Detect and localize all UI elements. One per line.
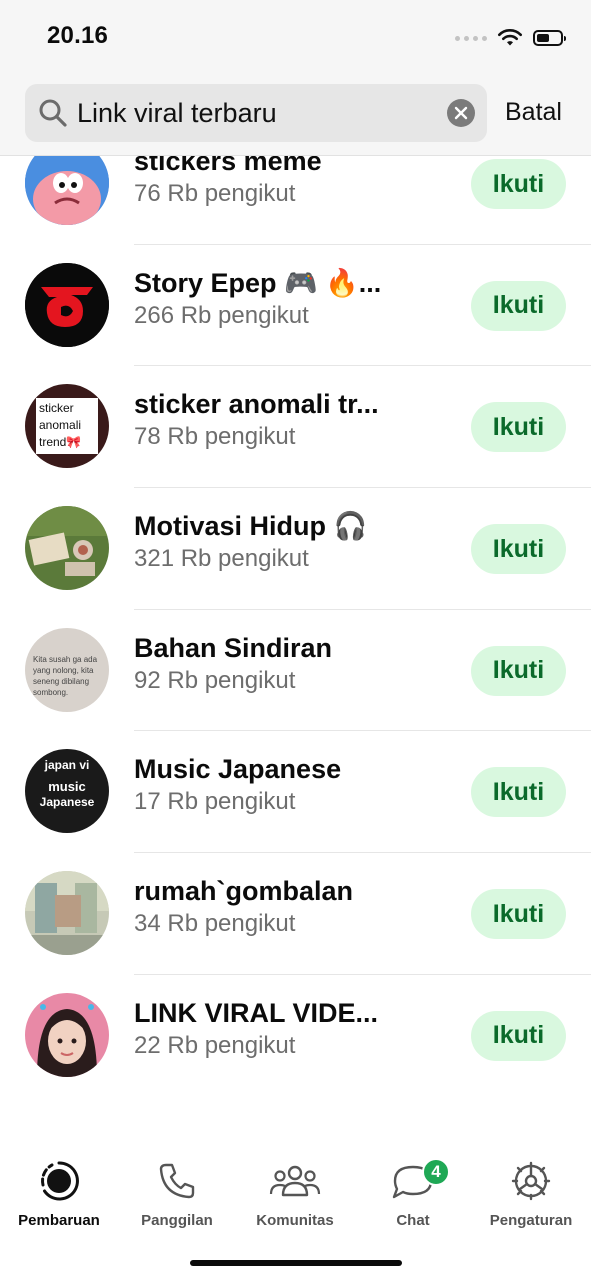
tab-chats[interactable]: 4 Chat xyxy=(354,1158,472,1229)
tab-settings[interactable]: Pengaturan xyxy=(472,1160,590,1229)
avatar xyxy=(25,506,109,591)
follow-button[interactable]: Ikuti xyxy=(471,767,566,818)
follower-count: 321 Rb pengikut xyxy=(134,545,309,573)
channel-list: stickers meme 76 Rb pengikut Ikuti Story… xyxy=(0,123,591,1097)
home-indicator[interactable] xyxy=(190,1260,402,1266)
search-input[interactable]: Link viral terbaru xyxy=(77,98,447,129)
follower-count: 92 Rb pengikut xyxy=(134,666,296,694)
list-item[interactable]: rumah`gombalan 34 Rb pengikut Ikuti xyxy=(0,853,591,975)
channel-name: Bahan Sindiran xyxy=(134,632,333,663)
list-item-text: Story Epep 🎮 🔥... 266 Rb pengikut xyxy=(134,267,454,331)
avatar-text: sticker xyxy=(39,401,74,416)
community-icon xyxy=(236,1160,354,1202)
avatar: Kita susah ga ada yang nolong, kita sene… xyxy=(25,627,109,712)
list-item-text: Motivasi Hidup 🎧 321 Rb pengikut xyxy=(134,510,454,574)
channel-name: sticker anomali tr... xyxy=(134,389,379,420)
tab-label: Panggilan xyxy=(141,1212,213,1229)
wifi-icon xyxy=(498,29,522,46)
channel-name: rumah`gombalan xyxy=(134,876,354,907)
list-item-text: Music Japanese 17 Rb pengikut xyxy=(134,753,454,817)
tab-communities[interactable]: Komunitas xyxy=(236,1160,354,1229)
follower-count: 266 Rb pengikut xyxy=(134,301,309,329)
follower-count: 34 Rb pengikut xyxy=(134,910,296,938)
room-photo-image xyxy=(25,871,109,956)
tab-updates[interactable]: Pembaruan xyxy=(0,1160,118,1229)
garena-logo-image xyxy=(25,262,109,347)
signal-dots-icon xyxy=(455,35,487,41)
avatar-text: anomali xyxy=(39,418,82,433)
avatar: sticker anomali trend🎀 xyxy=(25,384,109,469)
avatar-text: trend🎀 xyxy=(39,435,82,450)
clear-search-button[interactable] xyxy=(447,99,475,127)
list-item[interactable]: japan vi music Japanese Music Japanese 1… xyxy=(0,731,591,854)
list-item[interactable]: sticker anomali trend🎀 sticker anomali t… xyxy=(0,366,591,489)
list-item[interactable]: Motivasi Hidup 🎧 321 Rb pengikut Ikuti xyxy=(0,488,591,610)
channel-name: Motivasi Hidup 🎧 xyxy=(134,511,368,542)
avatar-text: music xyxy=(48,779,86,795)
follow-button[interactable]: Ikuti xyxy=(471,280,566,331)
updates-icon xyxy=(0,1160,118,1202)
search-bar[interactable]: Link viral terbaru xyxy=(25,84,487,142)
follow-button[interactable]: Ikuti xyxy=(471,1010,566,1061)
follow-button[interactable]: Ikuti xyxy=(471,889,566,940)
tab-calls[interactable]: Panggilan xyxy=(118,1160,236,1229)
avatar xyxy=(25,992,109,1077)
avatar-text: Kita susah ga ada yang nolong, kita sene… xyxy=(33,654,98,697)
list-item-text: Bahan Sindiran 92 Rb pengikut xyxy=(134,632,454,696)
list-item-text: sticker anomali tr... 78 Rb pengikut xyxy=(134,388,454,452)
follow-button[interactable]: Ikuti xyxy=(471,402,566,453)
unread-badge: 4 xyxy=(422,1158,450,1186)
quote-image: Kita susah ga ada yang nolong, kita sene… xyxy=(33,654,105,698)
list-item[interactable]: Story Epep 🎮 🔥... 266 Rb pengikut Ikuti xyxy=(0,245,591,367)
cancel-button[interactable]: Batal xyxy=(505,98,562,127)
screen: 20.16 Link viral terbaru Batal stickers … xyxy=(0,0,591,1280)
search-icon xyxy=(39,99,67,127)
tab-label: Komunitas xyxy=(256,1212,334,1229)
close-icon xyxy=(454,106,468,120)
tab-label: Pembaruan xyxy=(18,1212,100,1229)
avatar: japan vi music Japanese xyxy=(25,749,109,834)
follower-count: 76 Rb pengikut xyxy=(134,180,296,207)
settings-icon xyxy=(472,1160,590,1202)
list-item[interactable]: Kita susah ga ada yang nolong, kita sene… xyxy=(0,610,591,732)
battery-icon xyxy=(533,30,566,46)
tab-label: Pengaturan xyxy=(489,1212,573,1229)
avatar-text: Japanese xyxy=(39,795,95,810)
status-time: 20.16 xyxy=(47,22,109,49)
tab-label: Chat xyxy=(396,1212,430,1229)
phone-icon xyxy=(118,1160,236,1202)
follow-button[interactable]: Ikuti xyxy=(471,524,566,575)
follow-button[interactable]: Ikuti xyxy=(471,645,566,696)
music-japanese-image: japan vi music Japanese xyxy=(25,757,109,809)
chat-icon xyxy=(354,1160,472,1202)
list-item-text: rumah`gombalan 34 Rb pengikut xyxy=(134,875,454,939)
avatar xyxy=(25,871,109,956)
avatar-text: japan vi xyxy=(44,758,90,773)
picnic-photo-image xyxy=(25,506,109,591)
follower-count: 17 Rb pengikut xyxy=(134,788,296,816)
header: 20.16 Link viral terbaru Batal xyxy=(0,0,591,156)
portrait-photo-image xyxy=(25,992,109,1077)
channel-name: Story Epep 🎮 🔥... xyxy=(134,267,382,298)
list-item[interactable]: LINK VIRAL VIDE... 22 Rb pengikut Ikuti xyxy=(0,975,591,1097)
sticker-card-image: sticker anomali trend🎀 xyxy=(36,398,98,455)
list-item-text: LINK VIRAL VIDE... 22 Rb pengikut xyxy=(134,997,454,1061)
follow-button[interactable]: Ikuti xyxy=(471,159,566,209)
channel-name: LINK VIRAL VIDE... xyxy=(134,997,379,1028)
status-icons xyxy=(455,25,566,51)
avatar xyxy=(25,262,109,347)
follower-count: 78 Rb pengikut xyxy=(134,423,296,451)
channel-name: Music Japanese xyxy=(134,754,342,785)
follower-count: 22 Rb pengikut xyxy=(134,1031,296,1059)
